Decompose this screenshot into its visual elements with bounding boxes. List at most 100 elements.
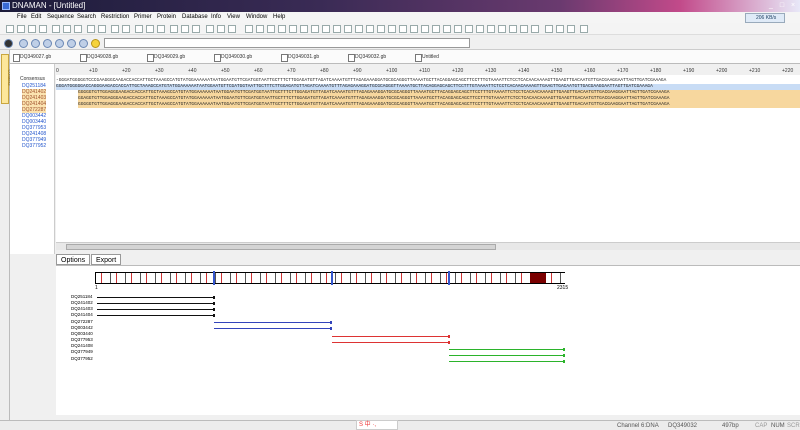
ruler-tick: +10 — [89, 68, 98, 74]
seq-name-11[interactable]: DQ377952 — [22, 143, 46, 149]
back-icon[interactable] — [19, 39, 28, 48]
seq-tool-14-icon[interactable] — [399, 25, 407, 33]
seq-tool-19-icon[interactable] — [454, 25, 462, 33]
seq-tool-5-icon[interactable] — [289, 25, 297, 33]
menu-edit[interactable]: Edit — [31, 13, 41, 22]
menu-sequence[interactable]: Sequence — [47, 13, 74, 22]
open-icon[interactable] — [17, 25, 25, 33]
seq-tool-4-icon[interactable] — [278, 25, 286, 33]
seq-tool-13-icon[interactable] — [388, 25, 396, 33]
doc-tab-dq349030[interactable]: DQ349030.gb — [213, 51, 252, 63]
contig-line — [97, 302, 215, 305]
stop-icon[interactable] — [43, 39, 52, 48]
menu-primer[interactable]: Primer — [134, 13, 152, 22]
contig-line — [214, 321, 332, 324]
seq-tool-18-icon[interactable] — [443, 25, 451, 33]
line-icon[interactable] — [181, 25, 189, 33]
doc-tab-dq349029[interactable]: DQ349029.gb — [146, 51, 185, 63]
menu-protein[interactable]: Protein — [157, 13, 176, 22]
ime-toolbar[interactable]: S 中 ·, — [356, 420, 398, 430]
select-icon[interactable] — [228, 25, 236, 33]
ruler-tick: +110 — [419, 68, 430, 74]
menu-search[interactable]: Search — [77, 13, 96, 22]
menu-file[interactable]: File — [17, 13, 27, 22]
pen-icon[interactable] — [135, 25, 143, 33]
seq-tool-12-icon[interactable] — [377, 25, 385, 33]
binoculars-icon[interactable] — [344, 25, 352, 33]
alignment-view[interactable]: -GGGATGGGGGTCCCGAAGGGCAAGACCACCATTGCTAAA… — [56, 75, 800, 242]
web-icon[interactable] — [79, 39, 88, 48]
copy-icon[interactable] — [63, 25, 71, 33]
seq-tool-11-icon[interactable] — [366, 25, 374, 33]
seq-tool-10-icon[interactable] — [355, 25, 363, 33]
menu-window[interactable]: Window — [246, 13, 267, 22]
favorite-star-icon[interactable] — [91, 39, 100, 48]
seq-tool-7-icon[interactable] — [311, 25, 319, 33]
menu-info[interactable]: Info — [211, 13, 221, 22]
seq-tool-17-icon[interactable] — [432, 25, 440, 33]
zoom-out-icon[interactable] — [556, 25, 564, 33]
seq-tool-26-icon[interactable] — [531, 25, 539, 33]
fill-icon[interactable] — [217, 25, 225, 33]
seq-tool-16-icon[interactable] — [421, 25, 429, 33]
cut-icon[interactable] — [52, 25, 60, 33]
doc-tab-untitled[interactable]: Untitled — [414, 51, 439, 63]
arrow-icon[interactable] — [146, 25, 154, 33]
new-icon[interactable] — [6, 25, 14, 33]
doc-tab-dq349031[interactable]: DQ349031.gb — [280, 51, 319, 63]
print-icon[interactable] — [39, 25, 47, 33]
seq-tool-23-icon[interactable] — [498, 25, 506, 33]
scissors-icon[interactable] — [157, 25, 165, 33]
map-marker — [331, 271, 333, 285]
address-input[interactable] — [104, 38, 470, 48]
nav-toolbar — [0, 36, 800, 50]
seq-tool-8-icon[interactable] — [322, 25, 330, 33]
doc-tab-dq349032[interactable]: DQ349032.gb — [347, 51, 386, 63]
seq-tool-6-icon[interactable] — [300, 25, 308, 33]
ruler-icon[interactable] — [122, 25, 130, 33]
close-button[interactable]: × — [788, 1, 798, 10]
doc-tab-dq349028[interactable]: DQ349028.gb — [79, 51, 118, 63]
scrollbar-thumb[interactable] — [66, 244, 496, 250]
seq-tool-24-icon[interactable] — [509, 25, 517, 33]
contig-name: DQ241404 — [71, 312, 93, 317]
ruler-tick: +80 — [320, 68, 329, 74]
font-icon[interactable] — [111, 25, 119, 33]
doc-tab-dq349027[interactable]: DQ349027.gb — [12, 51, 51, 63]
contig-name: DQ377949 — [71, 349, 93, 354]
menu-restriction[interactable]: Restriction — [101, 13, 129, 22]
seq-tool-1-icon[interactable] — [245, 25, 253, 33]
export-tab[interactable]: Export — [91, 254, 122, 265]
box-icon[interactable] — [170, 25, 178, 33]
sequence-row: GGGGGTGTTGGAGGGAAGACCACCATTGCTAAAGCCATGT… — [78, 102, 800, 108]
forward-icon[interactable] — [31, 39, 40, 48]
zoom-in-icon[interactable] — [545, 25, 553, 33]
seq-tool-25-icon[interactable] — [520, 25, 528, 33]
menu-view[interactable]: View — [227, 13, 240, 22]
save-icon[interactable] — [28, 25, 36, 33]
seq-tool-2-icon[interactable] — [256, 25, 264, 33]
paste-icon[interactable] — [74, 25, 82, 33]
text-icon[interactable] — [192, 25, 200, 33]
menu-database[interactable]: Database — [182, 13, 208, 22]
ruler-tick: +180 — [650, 68, 662, 74]
home-icon[interactable] — [67, 39, 76, 48]
seq-tool-20-icon[interactable] — [465, 25, 473, 33]
options-tab[interactable]: Options — [56, 254, 91, 265]
seq-tool-9-icon[interactable] — [333, 25, 341, 33]
help-icon[interactable] — [580, 25, 588, 33]
seq-tool-15-icon[interactable] — [410, 25, 418, 33]
horizontal-scrollbar[interactable] — [56, 242, 800, 250]
zoom-fit-icon[interactable] — [567, 25, 575, 33]
redo-icon[interactable] — [98, 25, 106, 33]
minimize-button[interactable]: _ — [766, 1, 776, 10]
seq-tool-21-icon[interactable] — [476, 25, 484, 33]
undo-icon[interactable] — [87, 25, 95, 33]
contents-side-tab[interactable]: Contents — [1, 54, 13, 104]
maximize-button[interactable]: □ — [777, 1, 787, 10]
menu-help[interactable]: Help — [273, 13, 285, 22]
color-icon[interactable] — [206, 25, 214, 33]
seq-tool-3-icon[interactable] — [267, 25, 275, 33]
seq-tool-22-icon[interactable] — [487, 25, 495, 33]
refresh-icon[interactable] — [55, 39, 64, 48]
